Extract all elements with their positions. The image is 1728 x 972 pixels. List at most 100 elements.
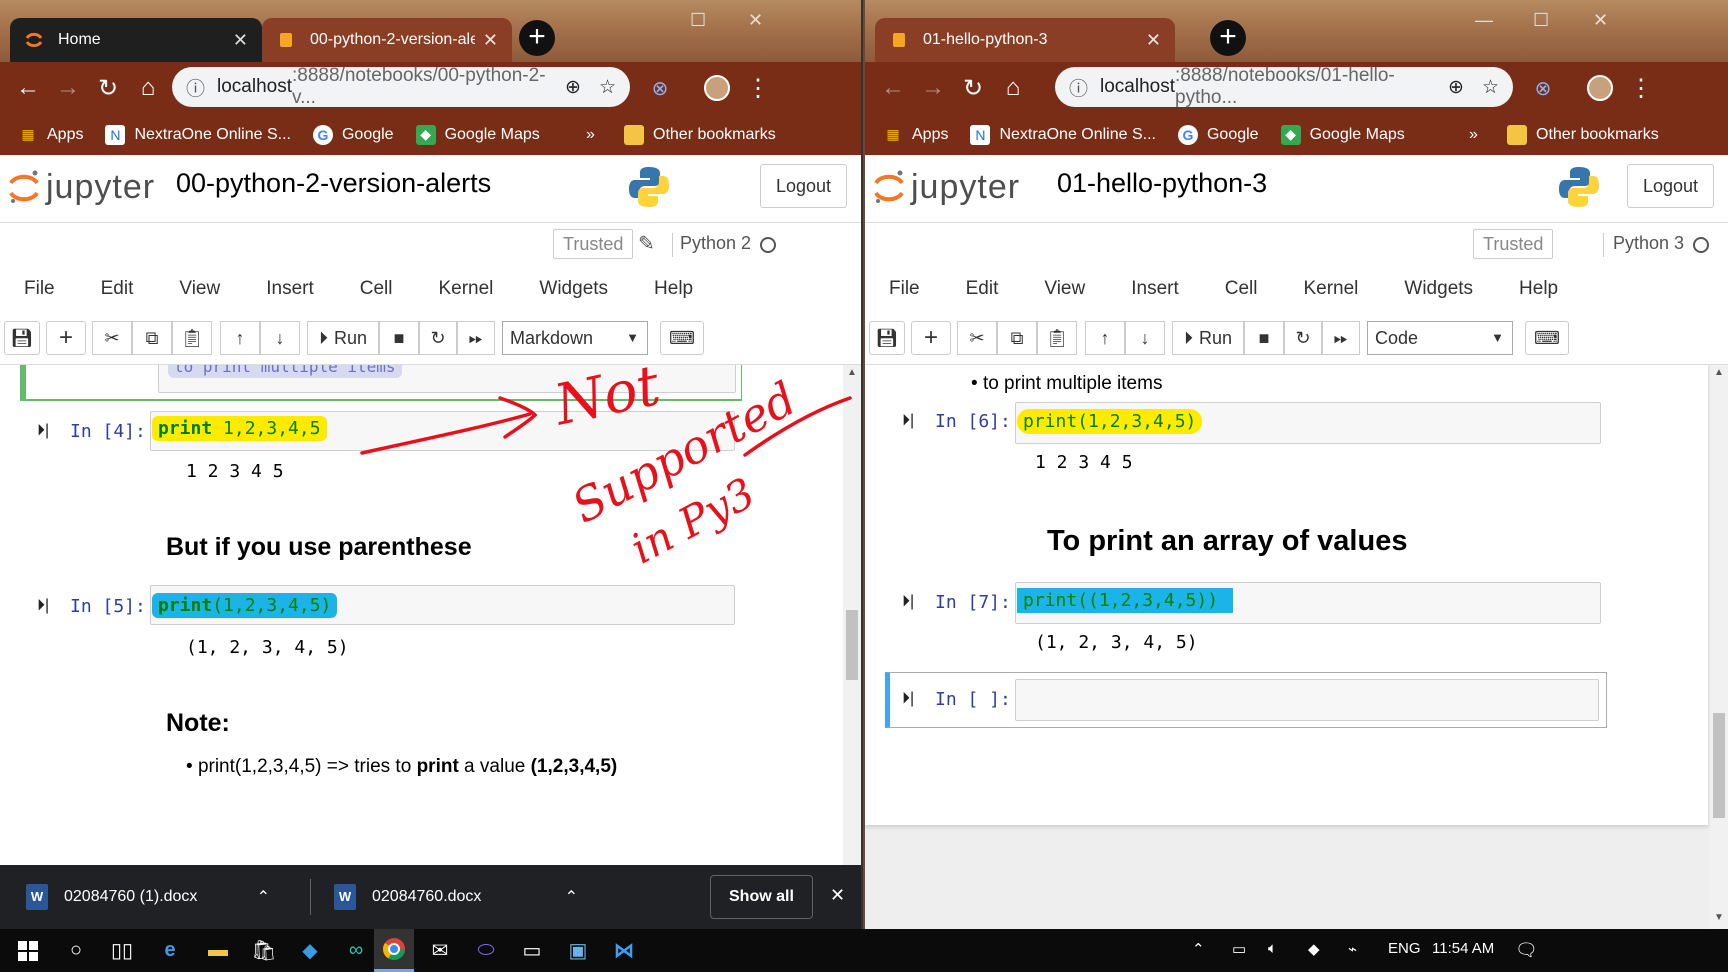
windows-start-icon[interactable]	[8, 929, 48, 972]
menu-widgets[interactable]: Widgets	[1404, 278, 1473, 300]
mail-icon[interactable]: ✉	[420, 929, 460, 972]
maximize-icon[interactable]: ☐	[1533, 10, 1549, 31]
star-icon[interactable]: ☆	[1482, 76, 1499, 99]
menu-file[interactable]: File	[889, 278, 920, 300]
jupyter-logo[interactable]: jupyter	[873, 167, 1020, 207]
address-bar[interactable]: ⓘ localhost:8888/notebooks/01-hello-pyth…	[1055, 65, 1513, 108]
avatar[interactable]	[1587, 75, 1613, 101]
scroll-up-icon[interactable]: ▲	[1714, 367, 1724, 378]
battery-icon[interactable]: ▭	[1232, 940, 1246, 958]
edge-icon[interactable]: e	[150, 929, 190, 972]
home-icon[interactable]: ⌂	[993, 74, 1033, 102]
dropbox-tray-icon[interactable]: ◆	[1308, 940, 1320, 958]
bookmark-nextraone[interactable]: N NextraOne Online S...	[970, 124, 1156, 145]
clock[interactable]: 11:54 AM	[1432, 940, 1494, 957]
kernel-name[interactable]: Python 3	[1613, 233, 1684, 254]
copy-icon[interactable]: ⧉	[997, 321, 1037, 355]
vscode-icon[interactable]: ⋈	[604, 929, 644, 972]
network-icon[interactable]: ⌁	[1348, 940, 1357, 958]
bullet-item: • to print multiple items	[971, 373, 1163, 394]
menu-edit[interactable]: Edit	[966, 278, 999, 300]
tab-strip: 01-hello-python-3 ✕ + — ☐ ✕	[865, 0, 1728, 62]
chevron-down-icon: ▼	[1491, 330, 1504, 345]
close-tab-icon[interactable]: ✕	[1146, 30, 1161, 51]
paste-icon[interactable]: 📋︎	[1037, 321, 1077, 355]
scrollbar[interactable]: ▲ ▼	[1710, 365, 1728, 929]
keyboard-icon[interactable]: ⌨	[1525, 321, 1569, 355]
back-icon[interactable]: ←	[873, 74, 913, 102]
info-icon[interactable]: ⓘ	[1069, 74, 1088, 101]
language-indicator[interactable]: ENG	[1388, 940, 1421, 957]
notebook-title[interactable]: 01-hello-python-3	[1057, 168, 1267, 199]
run-cell-icon[interactable]: ⏵︎|	[902, 690, 914, 708]
move-down-icon[interactable]: ↓	[1125, 321, 1165, 355]
notifications-icon[interactable]: 🗨︎	[1515, 940, 1538, 961]
close-window-icon[interactable]: ✕	[1593, 10, 1608, 31]
cell-prompt: In [6]:	[935, 411, 1011, 432]
dropbox-icon[interactable]: ◆	[290, 929, 330, 972]
stop-icon[interactable]: ■	[1244, 321, 1284, 355]
scrollbar-thumb[interactable]	[1713, 713, 1725, 818]
menu-help[interactable]: Help	[1519, 278, 1558, 300]
run-cell-icon[interactable]: ⏵︎|	[902, 412, 914, 430]
cut-icon[interactable]: ✂	[957, 321, 997, 355]
kernel-idle-indicator	[1693, 237, 1709, 253]
menu-view[interactable]: View	[1044, 278, 1085, 300]
bookmark-apps[interactable]: ▦ Apps	[883, 125, 948, 145]
close-downloads-icon[interactable]: ✕	[830, 885, 845, 906]
cell-output: 1 2 3 4 5	[1035, 452, 1133, 473]
markdown-heading: To print an array of values	[1047, 525, 1408, 557]
cell-prompt: In [7]:	[935, 592, 1011, 613]
right-browser-window: 01-hello-python-3 ✕ + — ☐ ✕ ← → ↻ ⌂ ⓘ lo…	[865, 0, 1728, 929]
download-item[interactable]: W 02084760 (1).docx ⌃	[26, 865, 288, 929]
show-hidden-icons-icon[interactable]: ⌃	[1192, 940, 1205, 958]
menu-kernel[interactable]: Kernel	[1303, 278, 1358, 300]
extension-icon[interactable]: ⊗	[1523, 76, 1563, 101]
chevron-up-icon[interactable]: ⌃	[565, 887, 578, 907]
download-item[interactable]: W 02084760.docx ⌃	[334, 865, 596, 929]
new-tab-button[interactable]: +	[1210, 20, 1246, 56]
logout-button[interactable]: Logout	[1626, 164, 1714, 208]
infinity-icon[interactable]: ∞	[336, 929, 376, 972]
code-cell-input[interactable]	[1015, 679, 1599, 721]
navigation-bar: ← → ↻ ⌂ ⓘ localhost:8888/notebooks/01-he…	[865, 62, 1728, 114]
cell-output: (1, 2, 3, 4, 5)	[1035, 632, 1198, 653]
restart-icon[interactable]: ↻	[1284, 321, 1322, 355]
zoom-icon[interactable]: ⊕	[1448, 76, 1464, 99]
forward-icon[interactable]: →	[913, 74, 953, 102]
menu-cell[interactable]: Cell	[1225, 278, 1258, 300]
bookmarks-overflow-icon[interactable]: »	[1469, 126, 1478, 144]
move-up-icon[interactable]: ↑	[1085, 321, 1125, 355]
add-cell-icon[interactable]: +	[911, 321, 951, 355]
eclipse-icon[interactable]: ⬭	[466, 929, 506, 972]
terminal-icon[interactable]: ▭	[512, 929, 552, 972]
fast-forward-icon[interactable]: ⏩︎	[1322, 321, 1360, 355]
menu-insert[interactable]: Insert	[1131, 278, 1179, 300]
notebook-container: • to print multiple items ⏵︎| In [6]: pr…	[865, 365, 1728, 929]
bookmark-google[interactable]: G Google	[1177, 124, 1259, 145]
chrome-icon[interactable]	[374, 929, 414, 972]
run-cell-icon[interactable]: ⏵︎|	[902, 593, 914, 611]
task-view-icon[interactable]: ▯▯	[102, 929, 142, 972]
downloads-bar: W 02084760 (1).docx ⌃ W 02084760.docx ⌃ …	[0, 865, 861, 929]
bookmark-other[interactable]: Other bookmarks	[1507, 124, 1659, 145]
bookmark-google-maps[interactable]: ◆ Google Maps	[1280, 124, 1405, 145]
volume-icon[interactable]: 🔈︎	[1268, 940, 1277, 957]
search-icon[interactable]: ○	[56, 929, 96, 972]
code-line: print(1,2,3,4,5)	[1017, 409, 1203, 434]
cell-type-select[interactable]: Code ▼	[1367, 321, 1513, 355]
chevron-up-icon[interactable]: ⌃	[257, 887, 270, 907]
file-explorer-icon[interactable]: ▬	[198, 929, 238, 972]
show-all-button[interactable]: Show all	[710, 875, 813, 919]
minimize-icon[interactable]: —	[1475, 10, 1493, 31]
save-icon[interactable]: 💾︎	[869, 321, 905, 355]
remote-desktop-icon[interactable]: ▣	[558, 929, 598, 972]
handwritten-annotation: Not Supported in Py3	[360, 353, 852, 573]
trusted-badge[interactable]: Trusted	[1473, 229, 1554, 259]
scroll-down-icon[interactable]: ▼	[1714, 912, 1724, 923]
tab-notebook[interactable]: 01-hello-python-3 ✕	[875, 18, 1175, 62]
menu-dots-icon[interactable]: ⋮	[1621, 74, 1661, 103]
run-button[interactable]: ⏵︎ Run	[1172, 321, 1244, 355]
reload-icon[interactable]: ↻	[953, 74, 993, 103]
store-icon[interactable]: 🛍︎	[244, 929, 284, 972]
